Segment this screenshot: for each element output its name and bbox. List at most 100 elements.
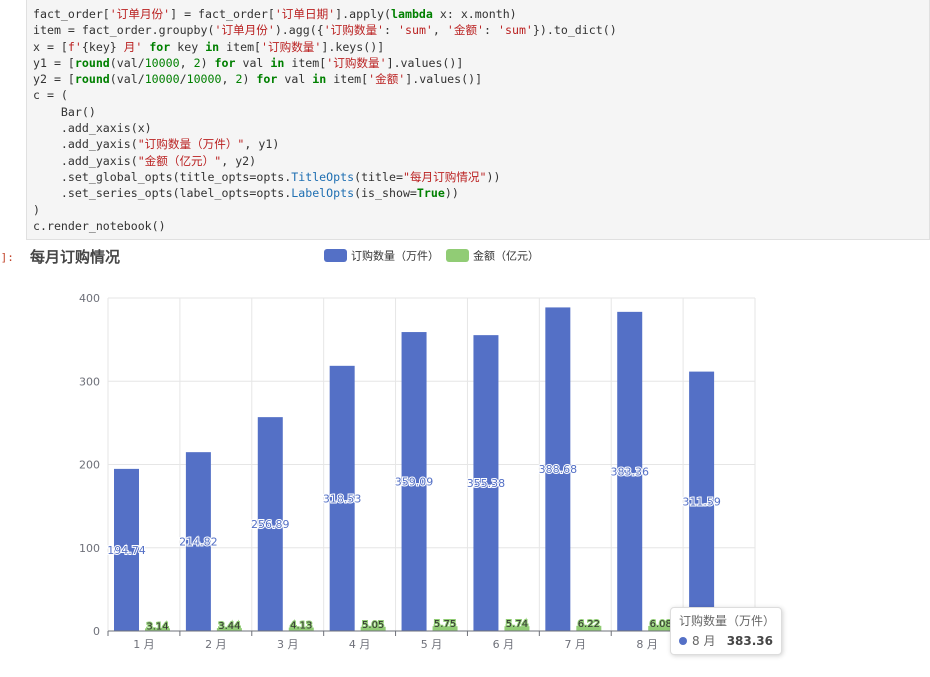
- data-label-series-0: 194.74: [107, 544, 146, 557]
- code-token: '订购数量': [323, 23, 385, 38]
- code-token: 'sum': [498, 23, 533, 38]
- code-line: x = [f'{key} 月' for key in item['订购数量'].…: [33, 40, 384, 54]
- code-token: item[: [219, 39, 262, 54]
- y-tick-label: 100: [79, 542, 100, 555]
- x-tick-label: 4 月: [349, 638, 371, 651]
- data-label-series-1: 5.05: [362, 620, 384, 631]
- data-label-series-1: 6.22: [578, 619, 600, 630]
- code-token: item[: [284, 55, 327, 70]
- code-line: c = (: [33, 88, 68, 102]
- code-token: for: [256, 72, 278, 87]
- data-label-series-1: 6.08: [650, 619, 672, 630]
- x-tick-label: 5 月: [421, 638, 443, 651]
- code-token: /: [179, 72, 187, 87]
- data-label-series-1: 5.74: [506, 619, 528, 630]
- code-token: round: [74, 55, 110, 70]
- bar-chart: 订购数量（万件） 金额（亿元）0100200300400194.743.141 月…: [79, 249, 756, 651]
- code-token: )): [444, 186, 459, 201]
- code-line: y1 = [round(val/10000, 2) for val in ite…: [33, 56, 463, 70]
- code-token: ): [242, 72, 257, 87]
- code-token: :: [384, 23, 399, 38]
- code-token: True: [416, 186, 445, 201]
- y-tick-label: 400: [79, 292, 100, 305]
- code-token: x = [: [33, 39, 68, 54]
- code-token: )): [486, 169, 501, 184]
- code-token: (val/: [109, 72, 145, 87]
- code-line: .set_series_opts(label_opts=opts.LabelOp…: [33, 186, 459, 200]
- code-token: c.render_notebook(): [33, 218, 166, 233]
- x-tick-label: 8 月: [636, 638, 658, 651]
- data-label-series-1: 4.13: [290, 621, 312, 632]
- code-line: item = fact_order.groupby('订单月份').agg({'…: [33, 23, 617, 37]
- code-token: y2 = [: [33, 72, 75, 87]
- data-label-series-1: 3.44: [218, 621, 240, 632]
- code-token: ].apply(: [335, 7, 392, 21]
- legend-label-1: 金额（亿元）: [473, 249, 539, 263]
- code-token: (val/: [109, 55, 145, 70]
- code-token: fact_order[: [33, 7, 110, 21]
- code-token: 'sum': [398, 23, 433, 38]
- legend-label-0: 订购数量（万件）: [351, 249, 439, 263]
- code-token: LabelOpts: [291, 186, 355, 201]
- code-token: item = fact_order.groupby(: [33, 23, 215, 38]
- code-token: 月': [116, 39, 143, 54]
- code-token: "每月订购情况": [402, 169, 487, 184]
- code-cell[interactable]: fact_order['订单月份'] = fact_order['订单日期'].…: [26, 0, 930, 240]
- x-tick-label: 3 月: [277, 638, 299, 651]
- code-token: :: [484, 23, 499, 38]
- data-label-series-0: 256.89: [251, 518, 290, 531]
- code-token: "金额（亿元）": [137, 153, 222, 168]
- code-token: x: x.month): [432, 7, 517, 21]
- code-editor[interactable]: fact_order['订单月份'] = fact_order['订单日期'].…: [33, 6, 617, 234]
- code-token: ).agg({: [274, 23, 324, 38]
- code-token: 10000: [144, 55, 180, 70]
- code-token: in: [205, 39, 220, 54]
- code-token: ): [200, 55, 215, 70]
- code-token: , y2): [221, 153, 257, 168]
- tooltip-value: 383.36: [726, 634, 773, 648]
- chart-tooltip: 订购数量（万件） 8 月 383.36: [670, 607, 782, 655]
- code-line: .set_global_opts(title_opts=opts.TitleOp…: [33, 169, 501, 184]
- code-token: ,: [432, 23, 447, 38]
- data-label-series-0: 388.68: [539, 463, 578, 476]
- code-line: c.render_notebook(): [33, 219, 166, 233]
- code-token: ): [33, 202, 40, 217]
- code-token: for: [214, 55, 236, 70]
- code-token: '订购数量': [326, 55, 387, 70]
- code-token: , y1): [244, 137, 280, 152]
- code-token: '订单月份': [109, 7, 171, 21]
- code-token: "订购数量（万件）": [137, 137, 245, 152]
- code-token: c = (: [33, 88, 68, 103]
- y-tick-label: 300: [79, 375, 100, 388]
- data-label-series-0: 359.09: [395, 476, 434, 489]
- code-token: in: [312, 72, 327, 87]
- code-token: '订购数量': [261, 39, 322, 54]
- code-token: '订单月份': [214, 23, 275, 38]
- legend-swatch-0: [324, 249, 347, 262]
- code-token: 2: [193, 55, 201, 70]
- code-line: Bar(): [33, 105, 96, 119]
- code-token: f': [67, 39, 82, 54]
- code-token: Bar(): [33, 104, 96, 119]
- code-token: round: [74, 72, 110, 87]
- code-token: 10000: [144, 72, 180, 87]
- code-token: '订单日期': [274, 7, 336, 21]
- code-line: fact_order['订单月份'] = fact_order['订单日期'].…: [33, 7, 517, 21]
- code-token: (is_show=: [354, 186, 417, 201]
- data-label-series-0: 355.38: [467, 477, 506, 490]
- x-tick-label: 7 月: [565, 638, 587, 651]
- data-label-series-1: 5.75: [434, 619, 456, 630]
- code-token: .set_series_opts(label_opts=opts.: [33, 186, 292, 201]
- y-tick-label: 200: [79, 459, 100, 472]
- code-line: .add_yaxis("金额（亿元）", y2): [33, 154, 256, 168]
- code-token: .set_global_opts(title_opts=opts.: [33, 169, 292, 184]
- legend-swatch-1: [446, 249, 469, 262]
- code-token: ,: [221, 72, 236, 87]
- code-token: val: [277, 72, 313, 87]
- code-token: {key}: [81, 39, 117, 54]
- code-token: lambda: [391, 7, 433, 21]
- code-line: .add_yaxis("订购数量（万件）", y1): [33, 137, 279, 151]
- code-token: for: [149, 39, 171, 54]
- data-label-series-0: 311.59: [682, 495, 721, 508]
- code-token: ].keys()]: [321, 39, 385, 54]
